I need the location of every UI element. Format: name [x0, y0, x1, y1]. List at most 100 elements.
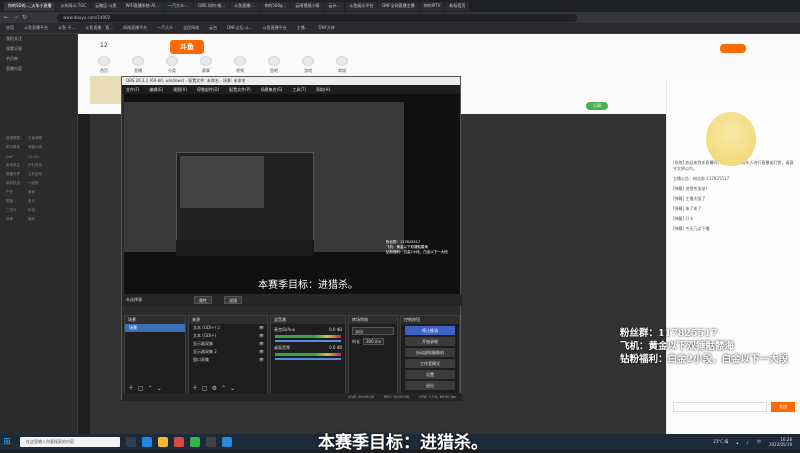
obs-menu-item[interactable]: 帮助(H)	[316, 87, 330, 93]
nav-item[interactable]: 赛事	[200, 56, 212, 74]
mixer-slider[interactable]	[275, 358, 341, 360]
transition-select[interactable]: 淡出	[352, 327, 394, 335]
edge-icon[interactable]	[142, 437, 152, 447]
nav-item[interactable]: 视频	[234, 56, 246, 74]
sidebar-item[interactable]: 直播内容	[0, 64, 77, 74]
chrome-icon[interactable]	[174, 437, 184, 447]
source-visibility-icon[interactable]: 👁	[259, 356, 264, 364]
nav-item[interactable]: 首页	[98, 56, 110, 74]
browser-tab[interactable]: 云聚区-斗鱼	[91, 1, 121, 11]
nav-item[interactable]: 直播	[132, 56, 144, 74]
category-link[interactable]: 英雄联盟	[6, 134, 28, 143]
douyu-logo[interactable]: 斗鱼	[170, 40, 204, 54]
category-link[interactable]: 科技	[28, 206, 50, 215]
control-button[interactable]: 设置	[405, 370, 455, 379]
bookmark-item[interactable]: 主播...	[297, 25, 309, 31]
chat-input[interactable]	[673, 402, 767, 412]
url-field[interactable]: www.douyu.com/14902	[57, 13, 578, 22]
category-link[interactable]: 炉石传说	[28, 161, 50, 170]
source-item[interactable]: 文本 (GDI+) 2 👁	[189, 324, 267, 332]
category-link[interactable]: 美食	[28, 188, 50, 197]
filters-button[interactable]: 滤镜	[224, 296, 242, 304]
category-link[interactable]: 一起看	[28, 179, 50, 188]
browser-tab[interactable]: 你的IPTV	[419, 1, 445, 11]
control-button[interactable]: 开始录制	[405, 337, 455, 346]
sidebar-item[interactable]: 节目单	[0, 54, 77, 64]
source-visibility-icon[interactable]: 👁	[259, 332, 264, 340]
category-link[interactable]: 穿越火线	[28, 143, 50, 152]
source-item[interactable]: 显示器采集 2 👁	[189, 348, 267, 356]
bookmark-item[interactable]: 一汽大众	[157, 25, 173, 31]
obs-menu-item[interactable]: 停靠部件(D)	[197, 87, 219, 93]
scene-item[interactable]: 场景	[125, 324, 185, 332]
obs-menu-item[interactable]: 视图(V)	[173, 87, 187, 93]
control-button[interactable]: 退出	[405, 381, 455, 390]
browser-tab[interactable]: 云雨视频小聊	[291, 1, 324, 11]
volume-icon[interactable]: ♪	[746, 440, 749, 445]
browser-tab[interactable]: DNF全网直播主播	[378, 1, 419, 11]
browser-tab[interactable]: 你的500g...	[260, 1, 291, 11]
category-link[interactable]: 娱乐	[28, 215, 50, 224]
properties-button[interactable]: 属性	[194, 296, 212, 304]
source-visibility-icon[interactable]: 👁	[259, 348, 264, 356]
bookmark-item[interactable]: 斗鱼直播平台	[263, 25, 287, 31]
category-link[interactable]: 魔兽世界	[6, 170, 28, 179]
bookmark-item[interactable]: 斗鱼直播平台	[24, 25, 48, 31]
category-link[interactable]: DNF	[6, 152, 28, 161]
ime-indicator[interactable]: 中	[757, 439, 761, 445]
obs-menu-item[interactable]: 工具(T)	[292, 87, 306, 93]
category-link[interactable]: CS:GO	[28, 152, 50, 161]
clock[interactable]: 16:28 2022/05/19	[769, 437, 792, 447]
taskview-icon[interactable]	[126, 437, 136, 447]
source-item[interactable]: 窗口采集 👁	[189, 356, 267, 364]
control-button[interactable]: 停止推流	[405, 326, 455, 335]
weather-indicator[interactable]: 23°C 晴	[713, 439, 728, 445]
bookmark-item[interactable]: DNF论坛-斗...	[227, 25, 253, 31]
wechat-icon[interactable]	[190, 437, 200, 447]
category-link[interactable]: 主机游戏	[28, 170, 50, 179]
category-link[interactable]: 王者荣耀	[28, 134, 50, 143]
browser-tab[interactable]: 你的SD的..._火车小直播	[4, 1, 56, 11]
control-button[interactable]: 启动虚拟摄像机	[405, 348, 455, 357]
obs-preview[interactable]: 粉丝群：117825517 飞机：黄金以下双锤骷髅海 钻粉福利：白金2小段，白金…	[124, 94, 460, 304]
obs-window[interactable]: OBS 26.1.1 (64-bit, windows) - 配置文件: 未命名…	[121, 76, 462, 401]
category-link[interactable]: 颜值	[6, 197, 28, 206]
duration-input[interactable]: 300 ms	[363, 338, 384, 345]
browser-tab[interactable]: 新标签页	[445, 1, 470, 11]
nav-item[interactable]: 分类	[166, 56, 178, 74]
forward-icon[interactable]: →	[13, 14, 18, 21]
bookmark-item[interactable]: DNF大神	[319, 25, 335, 31]
windows-start-icon[interactable]: ⊞	[2, 437, 12, 447]
category-link[interactable]: 户外	[6, 188, 28, 197]
bookmark-item[interactable]: 网络直播平台	[123, 25, 147, 31]
browser-tab[interactable]: 斗鱼娱乐平台	[345, 1, 378, 11]
mixer-slider[interactable]	[275, 340, 341, 342]
taskbar-search[interactable]: 在这里输入你要搜索的内容	[20, 437, 120, 447]
control-button[interactable]: 工作室模式	[405, 359, 455, 368]
browser-tab[interactable]: OBS 如何-推...	[194, 1, 230, 11]
reload-icon[interactable]: ↻	[22, 14, 27, 21]
folder-icon[interactable]	[158, 437, 168, 447]
chat-send-button[interactable]: 发送	[771, 402, 795, 412]
obs-menu-item[interactable]: 文件(F)	[126, 87, 139, 93]
category-link[interactable]: 体育	[6, 215, 28, 224]
obs-icon[interactable]	[206, 437, 216, 447]
category-link[interactable]: 单机热游	[6, 179, 28, 188]
browser-tab[interactable]: 一汽大众-...	[163, 1, 194, 11]
browser-tab[interactable]: 火车网斗-TGC	[56, 1, 91, 11]
nav-item[interactable]: 商城	[336, 56, 348, 74]
back-icon[interactable]: ←	[4, 14, 9, 21]
bookmark-item[interactable]: 应用	[6, 25, 14, 31]
bookmark-item[interactable]: 斗鱼-不...	[58, 25, 75, 31]
source-visibility-icon[interactable]: 👁	[259, 324, 264, 332]
gift-icon[interactable]	[720, 44, 746, 53]
obs-menu-item[interactable]: 配置文件(P)	[229, 87, 251, 93]
browser-tab[interactable]: 云计...	[324, 1, 345, 11]
obs-menu-item[interactable]: 编辑(E)	[149, 87, 163, 93]
browser-tab[interactable]: 斗鱼直播-...	[230, 1, 260, 11]
network-icon[interactable]: ▴	[736, 440, 738, 445]
category-link[interactable]: 二次元	[6, 206, 28, 215]
category-link[interactable]: 绝地求生	[6, 161, 28, 170]
bookmark-item[interactable]: 斗鱼直播 - 直...	[85, 25, 113, 31]
qq-icon[interactable]	[222, 437, 232, 447]
